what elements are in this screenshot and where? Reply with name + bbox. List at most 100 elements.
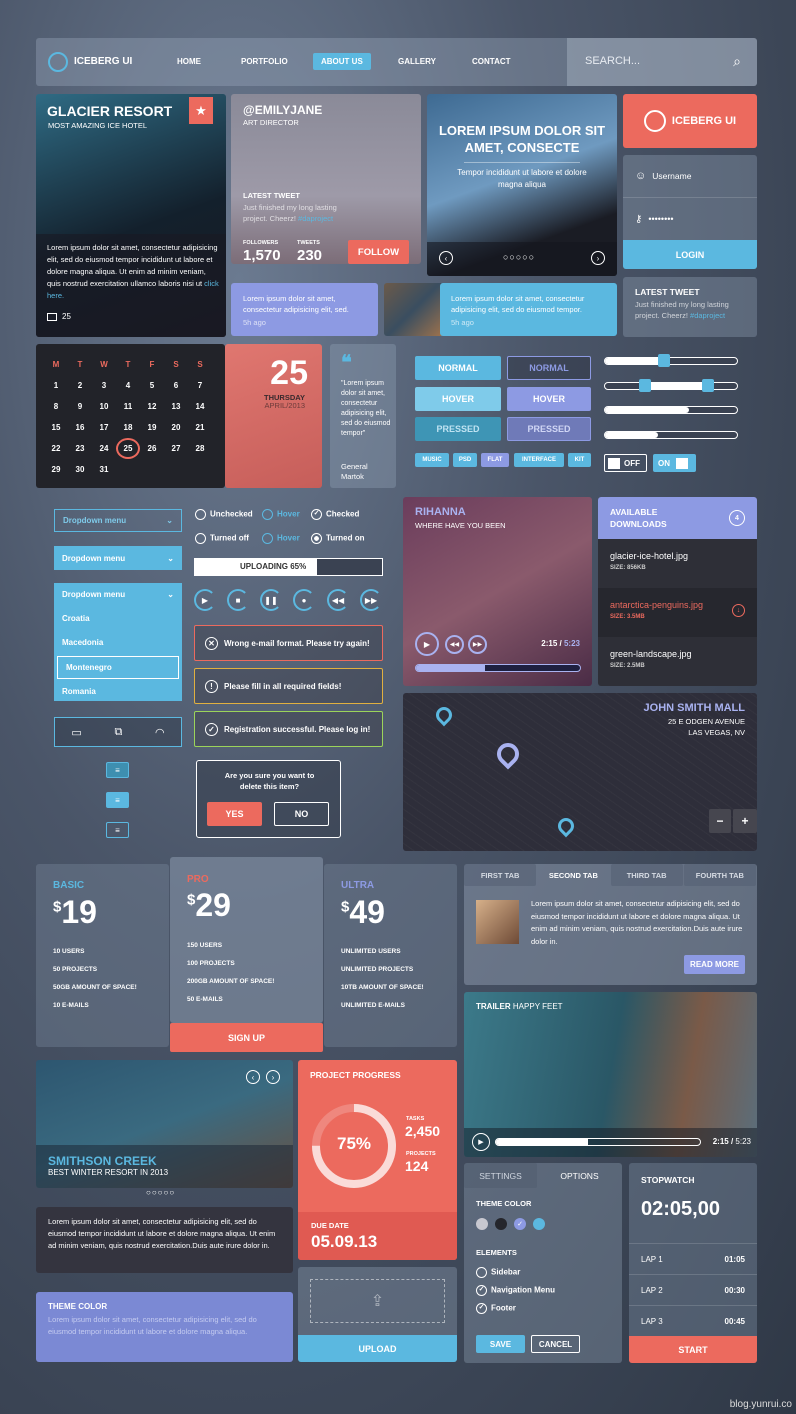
search-icon[interactable]: ⌕ — [733, 53, 741, 70]
map-pin-icon[interactable] — [554, 814, 578, 838]
pagination-dots[interactable]: ○○○○○ — [146, 1188, 175, 1197]
range-handle-max[interactable] — [701, 379, 714, 392]
hover-button[interactable]: HOVER — [415, 387, 501, 411]
calendar-day[interactable]: 14 — [188, 396, 212, 417]
calendar-day[interactable]: 22 — [44, 438, 68, 459]
calendar-day[interactable]: 18 — [116, 417, 140, 438]
hashtag-link[interactable]: #daproject — [690, 311, 725, 320]
tab-second-tab[interactable]: SECOND TAB — [537, 864, 609, 886]
no-button[interactable]: NO — [274, 802, 329, 826]
zoom-in-button[interactable]: + — [733, 809, 757, 833]
calendar-day[interactable]: 27 — [164, 438, 188, 459]
toggle-on[interactable]: ON — [653, 454, 696, 472]
calendar-day[interactable]: 31 — [92, 459, 116, 480]
download-icon[interactable]: ↓ — [732, 604, 745, 617]
yes-button[interactable]: YES — [207, 802, 262, 826]
save-button[interactable]: SAVE — [476, 1335, 525, 1353]
element-checkbox[interactable]: Sidebar — [476, 1267, 555, 1278]
search-input[interactable]: SEARCH... ⌕ — [567, 38, 757, 86]
download-item[interactable]: antarctica-penguins.jpg SIZE: 3.5MB ↓ — [598, 588, 757, 637]
pause-icon[interactable]: ❚❚ — [260, 589, 282, 611]
calendar-day[interactable]: 13 — [164, 396, 188, 417]
pressed-purple-button[interactable]: PRESSED — [507, 417, 591, 441]
calendar-day[interactable]: 5 — [140, 375, 164, 396]
login-button[interactable]: LOGIN — [623, 240, 757, 269]
calendar-day[interactable]: 1 — [44, 375, 68, 396]
calendar-day[interactable]: 24 — [92, 438, 116, 459]
calendar-day[interactable]: 16 — [68, 417, 92, 438]
calendar-day[interactable]: 21 — [188, 417, 212, 438]
calendar-day[interactable]: 10 — [92, 396, 116, 417]
radio-on[interactable]: Turned on — [311, 533, 365, 544]
zoom-out-button[interactable]: − — [709, 809, 731, 833]
calendar-day[interactable]: 11 — [116, 396, 140, 417]
pressed-button[interactable]: PRESSED — [415, 417, 501, 441]
cancel-button[interactable]: CANCEL — [531, 1335, 580, 1353]
theme-swatch[interactable] — [476, 1218, 488, 1230]
username-field[interactable]: ☺ Username — [623, 155, 757, 198]
windows-icon[interactable]: ⧉ — [114, 726, 122, 739]
hashtag-link[interactable]: #daproject — [298, 214, 333, 223]
checkbox-hover[interactable]: Hover — [262, 509, 300, 520]
dropdown-header[interactable]: Dropdown menu ⌄ — [54, 583, 182, 605]
calendar-day[interactable]: 2 — [68, 375, 92, 396]
calendar-day[interactable]: 28 — [188, 438, 212, 459]
tag-flat[interactable]: FLAT — [481, 453, 509, 467]
pagination-dots[interactable]: ○○○○○ — [503, 252, 535, 262]
slider-handle[interactable] — [658, 354, 671, 367]
menu-button-pressed[interactable]: ≡ — [106, 822, 129, 838]
calendar-day[interactable]: 3 — [92, 375, 116, 396]
follow-button[interactable]: FOLLOW — [348, 240, 409, 264]
nav-contact[interactable]: CONTACT — [472, 57, 511, 66]
calendar-day[interactable]: 30 — [68, 459, 92, 480]
range-slider[interactable] — [604, 379, 738, 392]
dropdown-option[interactable]: Montenegro — [57, 656, 179, 679]
music-progress[interactable] — [415, 664, 581, 672]
calendar-day[interactable]: 20 — [164, 417, 188, 438]
video-progress[interactable] — [495, 1138, 701, 1146]
theme-swatch[interactable] — [495, 1218, 507, 1230]
calendar-day[interactable]: 6 — [164, 375, 188, 396]
normal-button[interactable]: NORMAL — [415, 356, 501, 380]
calendar-day[interactable]: 29 — [44, 459, 68, 480]
chat-icon[interactable]: ▭ — [71, 726, 81, 739]
theme-swatch[interactable] — [533, 1218, 545, 1230]
tab-settings[interactable]: SETTINGS — [464, 1163, 537, 1188]
nav-about-us[interactable]: ABOUT US — [313, 53, 371, 70]
nav-home[interactable]: HOME — [177, 57, 201, 66]
normal-outline-button[interactable]: NORMAL — [507, 356, 591, 380]
menu-button-filled[interactable]: ≡ — [106, 792, 129, 808]
read-more-button[interactable]: READ MORE — [684, 955, 745, 974]
prev-arrow-icon[interactable]: ‹ — [246, 1070, 260, 1084]
dropdown-outline[interactable]: Dropdown menu ⌄ — [54, 509, 182, 532]
calendar-day[interactable]: 9 — [68, 396, 92, 417]
stop-icon[interactable]: ■ — [227, 589, 249, 611]
calendar-day[interactable]: 17 — [92, 417, 116, 438]
single-slider[interactable] — [604, 354, 738, 367]
tag-kit[interactable]: KIT — [568, 453, 591, 467]
tag-interface[interactable]: INTERFACE — [514, 453, 564, 467]
tab-first-tab[interactable]: FIRST TAB — [464, 864, 537, 886]
map-pin-icon[interactable] — [432, 703, 456, 727]
map-pin-icon-selected[interactable] — [492, 738, 524, 770]
tab-fourth-tab[interactable]: FOURTH TAB — [683, 864, 756, 886]
dropdown-option[interactable]: Romania — [54, 681, 182, 703]
tag-music[interactable]: MUSIC — [415, 453, 449, 467]
dropdown-open[interactable]: Dropdown menu ⌄ Croatia Macedonia Montenegr… — [54, 583, 182, 701]
rewind-icon[interactable]: ◀◀ — [445, 635, 464, 654]
calendar-day[interactable]: 19 — [140, 417, 164, 438]
calendar-day[interactable]: 12 — [140, 396, 164, 417]
radio-hover[interactable]: Hover — [262, 533, 300, 544]
play-icon[interactable]: ▶ — [472, 1133, 490, 1151]
radio-off[interactable]: Turned off — [195, 533, 249, 544]
start-button[interactable]: START — [629, 1336, 757, 1363]
calendar-day[interactable]: 15 — [44, 417, 68, 438]
download-item[interactable]: glacier-ice-hotel.jpg SIZE: 856KB — [598, 539, 757, 588]
play-icon[interactable]: ▶ — [194, 589, 216, 611]
tab-options[interactable]: OPTIONS — [537, 1163, 622, 1188]
favorite-star-icon[interactable]: ★ — [189, 97, 213, 124]
menu-button-outline[interactable]: ≡ — [106, 762, 129, 778]
play-icon[interactable]: ▶ — [415, 632, 439, 656]
range-handle-min[interactable] — [638, 379, 651, 392]
nav-portfolio[interactable]: PORTFOLIO — [241, 57, 288, 66]
